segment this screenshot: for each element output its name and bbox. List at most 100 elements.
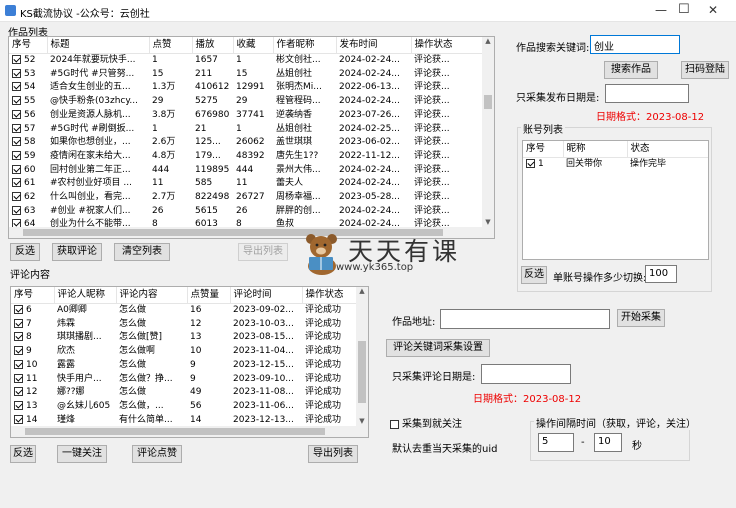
works-table[interactable]: 序号 标题 点赞 播放 收藏 作者昵称 发布时间 操作状态 52 2024年就要玩快手... 1 1…	[8, 36, 495, 239]
works-table-row[interactable]: 63 #创业 #祝家人们... 26 5615 26 胖胖的创... 2024-02-24.…	[9, 205, 484, 219]
pubdate-input[interactable]	[605, 84, 689, 103]
works-invert-button[interactable]: 反选	[10, 243, 40, 261]
row-checkbox[interactable]	[12, 123, 21, 133]
row-checkbox[interactable]	[12, 178, 21, 188]
works-header-0[interactable]: 序号	[9, 37, 48, 54]
switch-count-input[interactable]: 100	[645, 265, 677, 283]
row-checkbox[interactable]	[14, 359, 23, 369]
works-header-4[interactable]: 收藏	[233, 37, 274, 54]
keyword-settings-button[interactable]: 评论关键词采集设置	[386, 339, 490, 357]
works-header-5[interactable]: 作者昵称	[273, 37, 337, 54]
works-table-row[interactable]: 59 疫情闲在家未给大... 4.8万 179... 48392 唐先生1?? 2022-1…	[9, 150, 484, 164]
works-table-row[interactable]: 52 2024年就要玩快手... 1 1657 1 彬文创社... 2024-02-24..…	[9, 54, 484, 68]
comments-cell: 2023-08-15...	[230, 331, 302, 345]
get-comments-button[interactable]: 获取评论	[52, 243, 102, 261]
row-checkbox[interactable]	[12, 109, 21, 119]
row-checkbox[interactable]	[12, 164, 21, 174]
works-header-2[interactable]: 点赞	[149, 37, 193, 54]
comments-table-row[interactable]: 10 露露 怎么做 9 2023-12-15... 评论成功	[11, 359, 358, 373]
works-table-row[interactable]: 53 #5G时代 #只管努... 15 211 15 丛姐创社 2024-02-24... 评…	[9, 68, 484, 82]
comments-invert-button[interactable]: 反选	[10, 445, 36, 463]
comments-cell: 快手用户...	[54, 373, 116, 387]
start-collect-button[interactable]: 开始采集	[617, 309, 665, 327]
works-header-7[interactable]: 操作状态	[411, 37, 484, 54]
row-checkbox[interactable]	[12, 68, 21, 78]
minimize-icon[interactable]: —	[655, 3, 667, 17]
works-table-row[interactable]: 62 什么叫创业，看完... 2.7万 822498 26727 周杨幸福... 2023-…	[9, 191, 484, 205]
scroll-up-icon[interactable]: ▲	[482, 37, 494, 45]
row-checkbox[interactable]	[14, 318, 23, 328]
comments-table[interactable]: 序号 评论人昵称 评论内容 点赞量 评论时间 操作状态 6 A0卿卿 怎么做 16 2023-09…	[10, 286, 369, 438]
comments-table-row[interactable]: 8 琪琪播剧... 怎么做[赞] 13 2023-08-15... 评论成功	[11, 331, 358, 345]
accounts-header-2[interactable]: 状态	[627, 141, 708, 158]
interval-min-input[interactable]: 5	[538, 433, 574, 452]
works-table-row[interactable]: 61 #农村创业好项目 ... 11 585 11 蕾夫人 2024-02-24... 评论获…	[9, 177, 484, 191]
comments-header-3[interactable]: 点赞量	[187, 287, 231, 304]
works-header-1[interactable]: 标题	[47, 37, 150, 54]
works-table-row[interactable]: 54 适合女生创业的五... 1.3万 410612 12991 张明杰Mi... 2022…	[9, 81, 484, 95]
one-click-follow-button[interactable]: 一键关注	[57, 445, 107, 463]
works-header-6[interactable]: 发布时间	[336, 37, 412, 54]
works-cell-text: 26	[152, 205, 164, 216]
row-checkbox[interactable]	[12, 137, 21, 147]
comments-header-1[interactable]: 评论人昵称	[54, 287, 117, 304]
comments-header-0[interactable]: 序号	[11, 287, 55, 304]
row-checkbox[interactable]	[14, 414, 23, 424]
row-checkbox[interactable]	[12, 192, 21, 202]
works-vscroll[interactable]: ▲ ▼	[482, 37, 494, 238]
search-works-button[interactable]: 搜索作品	[604, 61, 658, 79]
works-export-button[interactable]: 导出列表	[238, 243, 288, 261]
comments-cell-text: 琪琪播剧...	[57, 332, 102, 343]
close-icon[interactable]: ✕	[708, 3, 718, 17]
comment-like-button[interactable]: 评论点赞	[132, 445, 182, 463]
accounts-header-0[interactable]: 序号	[523, 141, 564, 158]
row-checkbox[interactable]	[12, 82, 21, 92]
comments-hscroll[interactable]	[11, 426, 358, 437]
interval-max-input[interactable]: 10	[594, 433, 622, 452]
search-input[interactable]: 创业	[590, 35, 680, 54]
scroll-up-icon[interactable]: ▲	[356, 287, 368, 295]
works-table-row[interactable]: 58 如果你也想创业，... 2.6万 125... 26062 盖世琪琪 2023-06-…	[9, 136, 484, 150]
works-table-row[interactable]: 56 创业是资源人脉机... 3.8万 676980 37741 逆袭纳香 2023-07-…	[9, 109, 484, 123]
row-checkbox[interactable]	[14, 400, 23, 410]
row-checkbox[interactable]	[14, 332, 23, 342]
comments-header-2[interactable]: 评论内容	[116, 287, 188, 304]
accounts-table-row[interactable]: 1 回关带你 操作完毕	[523, 158, 708, 172]
works-table-row[interactable]: 60 回村创业第二年正... 444 119895 444 景州大伟... 2024-02-…	[9, 164, 484, 178]
row-checkbox[interactable]	[12, 55, 21, 64]
works-cell-text: 444	[152, 164, 170, 175]
row-checkbox[interactable]	[14, 373, 23, 383]
comments-header-4[interactable]: 评论时间	[230, 287, 303, 304]
comments-table-row[interactable]: 11 快手用户... 怎么做？挣... 9 2023-09-10... 评论成功	[11, 373, 358, 387]
comments-table-row[interactable]: 9 欣杰 怎么做啊 10 2023-11-04... 评论成功	[11, 345, 358, 359]
works-header-3[interactable]: 播放	[192, 37, 234, 54]
comments-table-row[interactable]: 12 娜??娜 怎么做 49 2023-11-08... 评论成功	[11, 386, 358, 400]
comments-table-row[interactable]: 13 @幺妹儿605 怎么做，... 56 2023-11-06... 评论成功	[11, 400, 358, 414]
maximize-icon[interactable]: ☐	[678, 2, 690, 17]
works-table-row[interactable]: 55 @快手粉条(03zhcy... 29 5275 29 程管程码... 2024-02-…	[9, 95, 484, 109]
accounts-invert-button[interactable]: 反选	[521, 266, 547, 284]
row-checkbox[interactable]	[14, 387, 23, 397]
comments-vscroll[interactable]: ▲ ▼	[356, 287, 368, 437]
comments-export-button[interactable]: 导出列表	[308, 445, 358, 463]
comments-table-row[interactable]: 7 炜霖 怎么做 12 2023-10-03... 评论成功	[11, 318, 358, 332]
follow-checkbox[interactable]	[390, 419, 399, 429]
row-checkbox[interactable]	[14, 346, 23, 356]
accounts-header-1[interactable]: 昵称	[563, 141, 628, 158]
row-checkbox[interactable]	[12, 150, 21, 160]
works-table-row[interactable]: 57 #5G时代 #刷倒扳... 1 21 1 丛姐创社 2024-02-25... 评论获.…	[9, 123, 484, 137]
row-checkbox[interactable]	[526, 159, 535, 168]
scroll-down-icon[interactable]: ▼	[482, 218, 494, 226]
accounts-table[interactable]: 序号 昵称 状态 1 回关带你 操作完毕	[522, 140, 709, 260]
row-checkbox[interactable]	[12, 205, 21, 215]
row-checkbox[interactable]	[14, 305, 23, 314]
row-checkbox[interactable]	[12, 96, 21, 106]
follow-checkbox-row[interactable]: 采集到就关注	[390, 415, 462, 430]
url-input[interactable]	[440, 309, 610, 329]
comments-header-5[interactable]: 操作状态	[302, 287, 358, 304]
comments-table-row[interactable]: 6 A0卿卿 怎么做 16 2023-09-02... 评论成功	[11, 304, 358, 318]
scroll-down-icon[interactable]: ▼	[356, 417, 368, 425]
qr-login-button[interactable]: 扫码登陆	[681, 61, 729, 79]
commentdate-input[interactable]	[481, 364, 571, 384]
clear-list-button[interactable]: 清空列表	[114, 243, 170, 261]
